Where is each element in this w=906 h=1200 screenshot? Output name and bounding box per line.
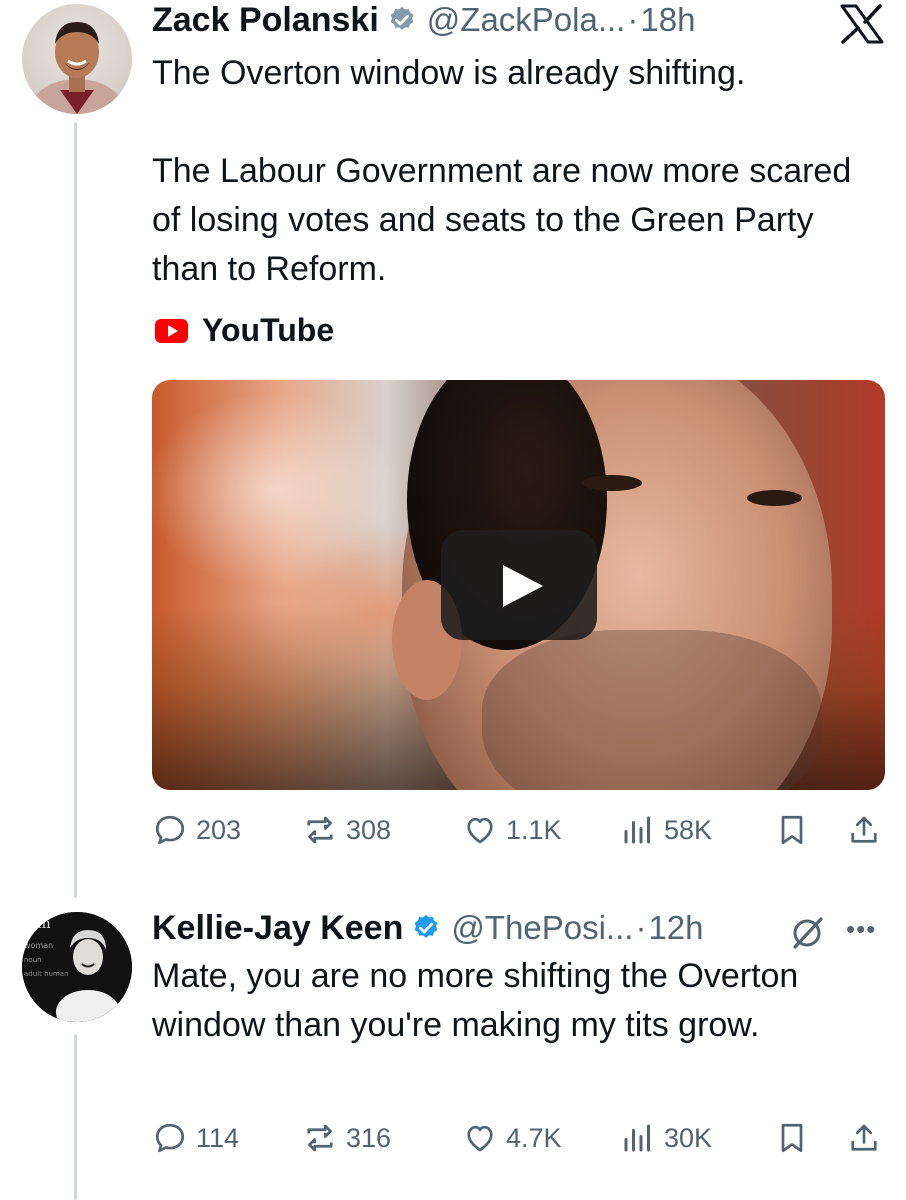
- author-handle[interactable]: @ZackPola...: [427, 1, 626, 39]
- reply-icon: [155, 1123, 185, 1153]
- like-count: 1.1K: [506, 814, 562, 845]
- play-button[interactable]: [441, 530, 597, 640]
- view-count: 30K: [664, 1122, 713, 1153]
- repost-count: 308: [346, 814, 392, 845]
- reply-button[interactable]: 114: [152, 1120, 239, 1156]
- repost-count: 316: [346, 1122, 392, 1153]
- svg-text:adult human: adult human: [24, 970, 69, 978]
- thread-line: [74, 122, 77, 898]
- svg-text:noun: noun: [24, 956, 42, 964]
- verified-badge-icon: [390, 6, 414, 30]
- author-handle[interactable]: @ThePosi...: [451, 909, 633, 947]
- avatar[interactable]: man woman noun adult human: [22, 912, 132, 1022]
- bookmark-button[interactable]: [774, 1120, 810, 1156]
- author-name[interactable]: Zack Polanski: [152, 1, 379, 40]
- like-button[interactable]: 1.1K: [462, 812, 562, 848]
- avatar[interactable]: [22, 4, 132, 114]
- thumbnail-eye: [582, 475, 642, 491]
- repost-button[interactable]: 308: [302, 812, 391, 848]
- thread-line: [74, 1034, 77, 1200]
- share-button[interactable]: [846, 1120, 882, 1156]
- thumbnail-eye: [747, 490, 802, 506]
- like-button[interactable]: 4.7K: [462, 1120, 562, 1156]
- svg-text:man: man: [22, 916, 51, 932]
- verified-badge-icon: [414, 914, 438, 938]
- x-logo-icon: [840, 4, 884, 44]
- bookmark-button[interactable]: [774, 812, 810, 848]
- bookmark-icon: [781, 815, 803, 845]
- post-text: The Overton window is already shifting. …: [152, 54, 852, 288]
- reply-button[interactable]: 203: [152, 812, 241, 848]
- views-chart-icon: [624, 816, 650, 844]
- bookmark-icon: [781, 1123, 803, 1153]
- post-time[interactable]: 18h: [640, 1, 695, 39]
- post-text: Mate, you are no more shifting the Overt…: [152, 957, 799, 1044]
- views-button[interactable]: 30K: [620, 1120, 712, 1156]
- link-source-label: YouTube: [202, 312, 335, 348]
- post-header: Kellie-Jay Keen @ThePosi... · 12h: [152, 906, 704, 950]
- link-source[interactable]: YouTube: [155, 312, 334, 349]
- repost-icon: [307, 1124, 333, 1152]
- video-thumbnail[interactable]: [152, 380, 885, 790]
- more-icon[interactable]: •••: [846, 914, 876, 945]
- reply-icon: [155, 815, 185, 845]
- reply-count: 203: [196, 814, 242, 845]
- repost-button[interactable]: 316: [302, 1120, 391, 1156]
- separator-dot: ·: [635, 909, 647, 946]
- share-icon: [851, 816, 877, 843]
- action-bar: 203 308 1.1K 58K: [152, 812, 882, 852]
- svg-text:woman: woman: [24, 941, 53, 950]
- share-icon: [851, 1124, 877, 1151]
- post-header: Zack Polanski @ZackPola... · 18h: [152, 0, 695, 40]
- view-count: 58K: [664, 814, 713, 845]
- heart-icon: [467, 817, 493, 844]
- share-button[interactable]: [846, 812, 882, 848]
- grok-icon[interactable]: [787, 912, 827, 952]
- repost-icon: [307, 816, 333, 844]
- action-bar: 114 316 4.7K 30K: [152, 1120, 882, 1160]
- like-count: 4.7K: [506, 1122, 562, 1153]
- views-chart-icon: [624, 1124, 650, 1152]
- thumbnail-beard: [482, 630, 822, 790]
- heart-icon: [467, 1125, 493, 1152]
- post-time[interactable]: 12h: [648, 909, 703, 947]
- views-button[interactable]: 58K: [620, 812, 712, 848]
- separator-dot: ·: [627, 1, 639, 38]
- youtube-icon: [155, 318, 188, 343]
- reply-count: 114: [196, 1122, 240, 1153]
- author-name[interactable]: Kellie-Jay Keen: [152, 909, 403, 948]
